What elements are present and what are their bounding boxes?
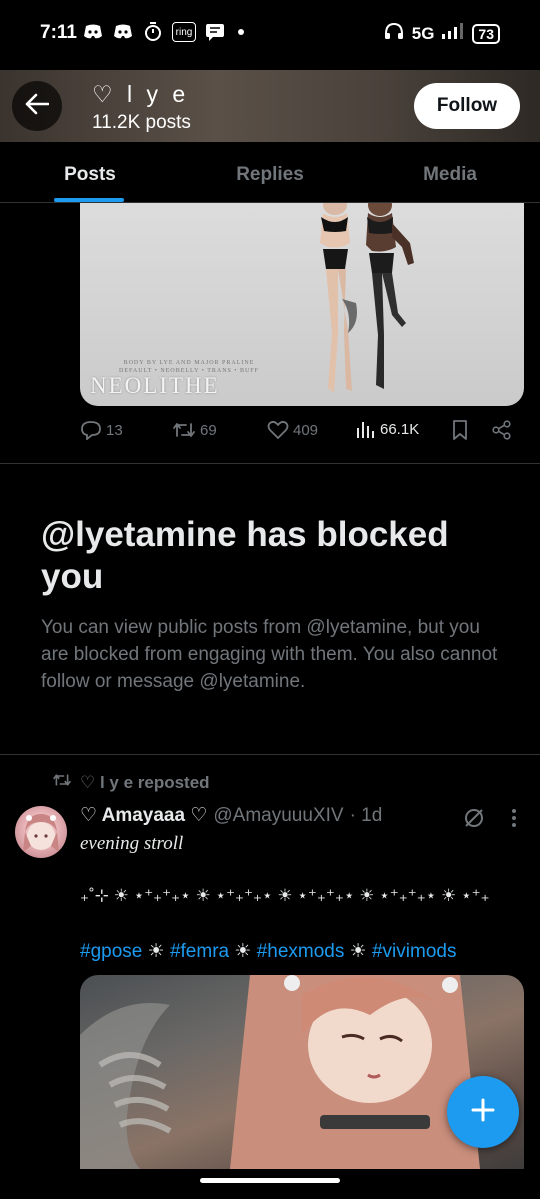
post-time: · 1d: [349, 804, 383, 826]
compose-button[interactable]: [447, 1076, 519, 1148]
system-icons: 5G 73: [384, 22, 500, 45]
status-bar: 7:11 ring 5G 73: [0, 0, 540, 70]
like-button[interactable]: 409: [267, 420, 318, 440]
image-caption-title: NEOLITHE: [90, 373, 220, 398]
profile-header: ♡ l y e 11.2K posts Follow: [0, 70, 540, 142]
repost-icon: [52, 772, 72, 793]
repost-indicator: ♡ l y e reposted: [52, 772, 210, 793]
message-icon: [204, 22, 226, 42]
share-button[interactable]: [492, 420, 512, 440]
signal-icon: [442, 23, 464, 44]
tab-label: Media: [423, 164, 477, 185]
hashtag-link[interactable]: #vivimods: [372, 941, 456, 962]
views-button[interactable]: 66.1K: [356, 420, 419, 438]
tab-media[interactable]: Media: [360, 142, 540, 202]
divider: [0, 463, 540, 464]
character-render: [80, 975, 480, 1169]
sun-symbol: ☀: [234, 941, 252, 962]
views-count: 66.1K: [380, 420, 420, 438]
avatar[interactable]: [15, 806, 67, 858]
bookmark-button[interactable]: [451, 420, 469, 440]
more-notifications-dot: [238, 29, 244, 35]
tab-label: Posts: [64, 164, 116, 185]
status-time: 7:11: [40, 22, 77, 43]
post-image[interactable]: BODY BY LYE AND MAJOR PRALINE DEFAULT • …: [80, 203, 524, 406]
hashtag-link[interactable]: #hexmods: [257, 941, 345, 962]
tab-posts[interactable]: Posts: [0, 142, 180, 202]
post-text: evening stroll: [80, 833, 184, 854]
avatar-illustration: [23, 814, 59, 852]
bookmark-icon: [451, 420, 469, 440]
profile-name: ♡ l y e: [92, 81, 190, 107]
hashtag-link[interactable]: #femra: [170, 941, 229, 962]
sun-symbol: ☀: [349, 941, 367, 962]
battery-indicator: 73: [472, 23, 500, 44]
home-indicator[interactable]: [200, 1178, 340, 1183]
post-count: 11.2K posts: [92, 112, 191, 133]
tab-label: Replies: [236, 164, 304, 185]
repost-icon: [172, 420, 196, 440]
heart-icon: [267, 420, 289, 440]
grok-icon[interactable]: [462, 806, 486, 835]
repost-label[interactable]: ♡ l y e reposted: [80, 773, 210, 793]
ring-icon: ring: [172, 22, 196, 42]
back-arrow-icon: [25, 93, 50, 120]
post-header: ♡ Amayaaa ♡ @AmayuuuXIV · 1d: [80, 804, 382, 827]
reply-button[interactable]: 13: [80, 420, 123, 440]
hashtag-line: #gpose ☀ #femra ☀ #hexmods ☀ #vivimods: [80, 940, 530, 963]
blocked-title: @lyetamine has blocked you: [41, 515, 449, 596]
back-button[interactable]: [12, 81, 62, 131]
discord-icon: [112, 22, 134, 42]
reply-count: 13: [106, 421, 123, 439]
reply-icon: [80, 420, 102, 440]
post-decoration-text: ₊˚⊹ ☀ ⋆⁺₊⁺₊⋆ ☀ ⋆⁺₊⁺₊⋆ ☀ ⋆⁺₊⁺₊⋆ ☀ ⋆⁺₊⁺₊⋆ …: [80, 886, 490, 905]
discord-icon: [82, 22, 104, 42]
tab-replies[interactable]: Replies: [180, 142, 360, 202]
share-icon: [492, 420, 512, 440]
timer-icon: [142, 22, 164, 42]
handle[interactable]: @AmayuuuXIV: [213, 805, 343, 827]
post-actions: 13 69 409 66.1K: [80, 420, 520, 446]
follow-button[interactable]: Follow: [414, 83, 520, 129]
profile-tabs: Posts Replies Media: [0, 142, 540, 203]
post-image[interactable]: [80, 975, 524, 1169]
network-label: 5G: [411, 23, 435, 43]
notification-icons: ring: [82, 22, 244, 42]
headphones-icon: [384, 22, 404, 45]
display-name[interactable]: ♡ Amayaaa ♡: [80, 804, 207, 827]
active-tab-indicator: [54, 198, 124, 202]
hashtag-link[interactable]: #gpose: [80, 941, 142, 962]
plus-icon: [470, 1097, 496, 1128]
blocked-description: You can view public posts from @lyetamin…: [41, 617, 498, 692]
more-options-icon[interactable]: [504, 806, 524, 835]
views-icon: [356, 420, 376, 438]
repost-button[interactable]: 69: [172, 420, 217, 440]
repost-count: 69: [200, 421, 217, 439]
sun-symbol: ☀: [147, 941, 165, 962]
divider: [0, 754, 540, 755]
like-count: 409: [293, 421, 319, 439]
